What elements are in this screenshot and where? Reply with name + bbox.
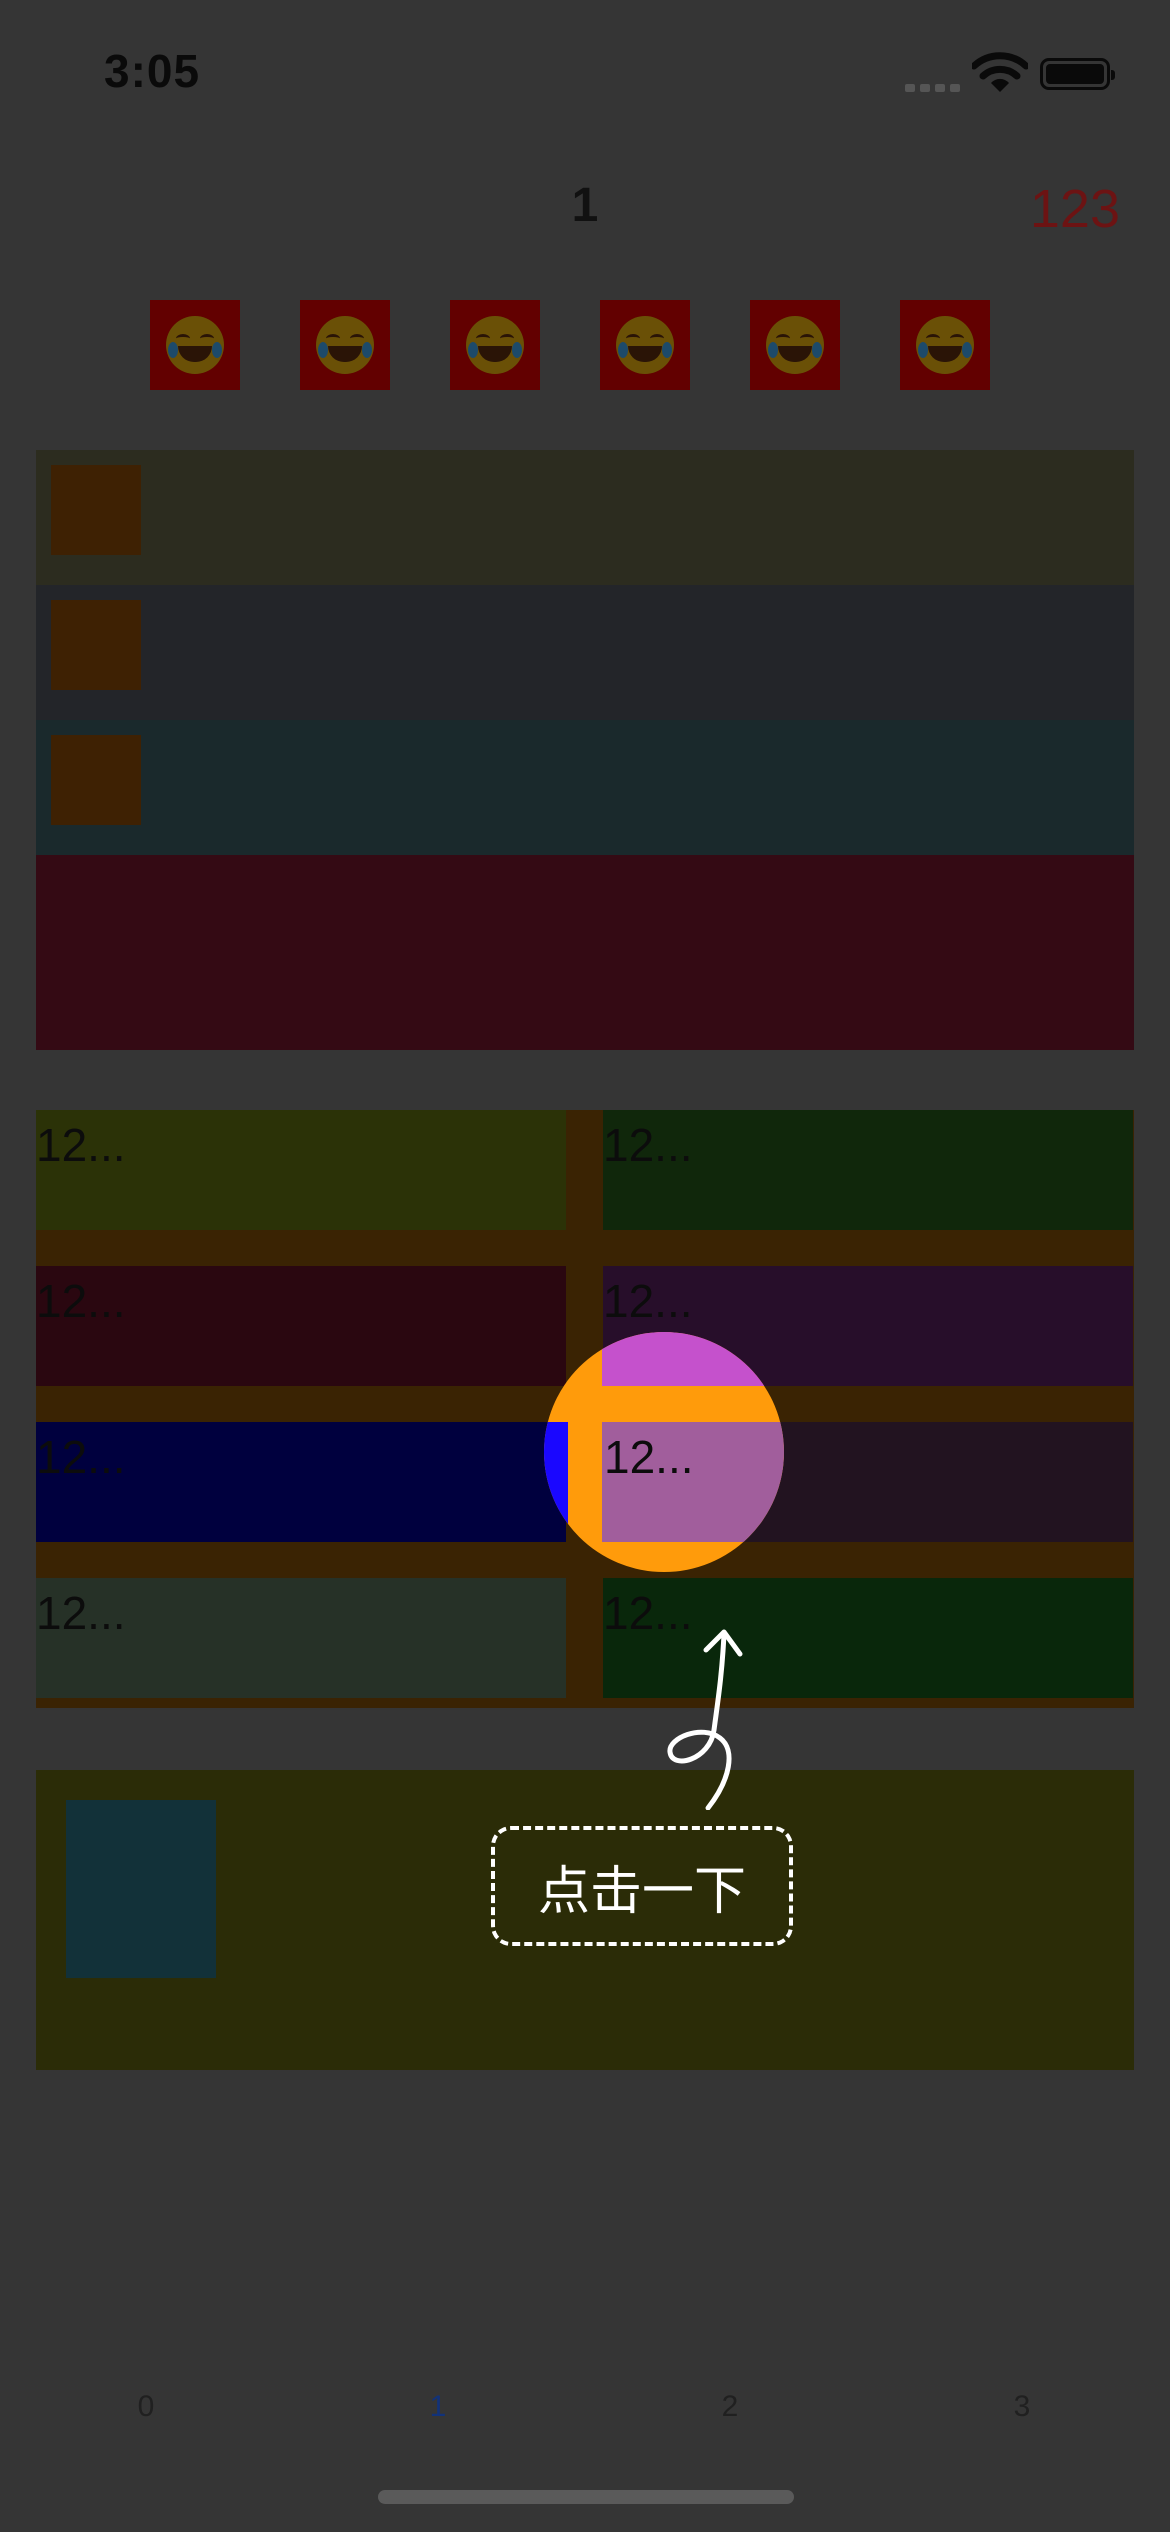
nav-title: 1 [571,179,599,232]
grid-cell[interactable]: 12... [36,1266,566,1386]
tap-hint-label: 点击一下 [491,1826,793,1946]
face-with-tears-of-joy-icon [616,316,674,374]
list-row[interactable] [36,585,1134,720]
tab-1[interactable]: 1 [378,2390,498,2424]
face-with-tears-of-joy-icon [766,316,824,374]
wifi-icon [972,52,1028,92]
tab-2[interactable]: 2 [670,2390,790,2424]
grid-cell-label: 12... [36,1587,126,1639]
face-with-tears-of-joy-icon [466,316,524,374]
list-footer-block [36,855,1134,1050]
battery-icon [1040,58,1115,90]
grid-cell[interactable]: 12... [36,1578,566,1698]
list-row[interactable] [36,720,1134,855]
grid-cell[interactable]: 12... [36,1110,566,1230]
grid-cell-label: 12... [603,1119,693,1171]
highlight-cell-label: 12... [604,1431,694,1483]
grid-cell-label: 12... [603,1275,693,1327]
banner-thumbnail [66,1800,216,1978]
emoji-tile[interactable] [750,300,840,390]
status-time: 3:05 [104,45,201,97]
grid-cell-label: 12... [36,1275,126,1327]
face-with-tears-of-joy-icon [166,316,224,374]
grid-cell-label: 12... [36,1431,126,1483]
list-thumbnail [51,735,141,825]
grid-cell[interactable]: 12... [603,1110,1133,1230]
emoji-tile[interactable] [450,300,540,390]
grid-cell-label: 12... [36,1119,126,1171]
tap-highlight[interactable]: 12... [544,1332,784,1572]
nav-right-button[interactable]: 123 [960,178,1120,240]
emoji-tile[interactable] [300,300,390,390]
tab-3[interactable]: 3 [962,2390,1082,2424]
emoji-tile[interactable] [150,300,240,390]
emoji-tile[interactable] [600,300,690,390]
signal-icon [905,80,961,92]
list-thumbnail [51,600,141,690]
grid-cell[interactable]: 12... [36,1422,566,1542]
tab-0[interactable]: 0 [86,2390,206,2424]
home-indicator[interactable] [378,2490,794,2504]
list-row[interactable] [36,450,1134,585]
face-with-tears-of-joy-icon [916,316,974,374]
face-with-tears-of-joy-icon [316,316,374,374]
emoji-tile[interactable] [900,300,990,390]
curved-arrow-icon [667,1629,743,1810]
list-thumbnail [51,465,141,555]
